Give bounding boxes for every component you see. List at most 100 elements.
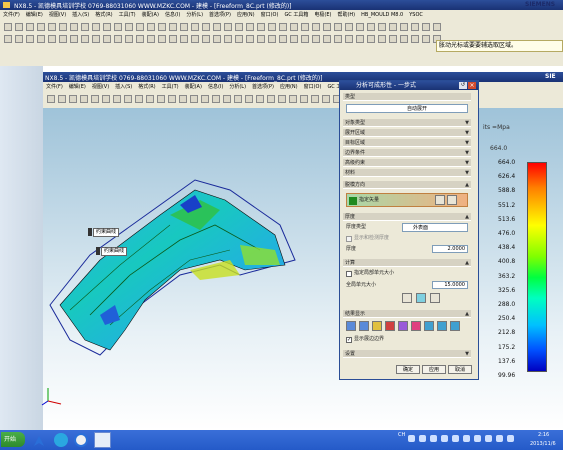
toolbar-button-icon[interactable] xyxy=(81,23,89,31)
section-calc[interactable]: 计算 ▲ xyxy=(343,259,471,267)
toolbar-button-icon[interactable] xyxy=(367,23,375,31)
toolbar-button-icon[interactable] xyxy=(279,35,287,43)
toolbar-button-icon[interactable] xyxy=(125,23,133,31)
toolbar-button-icon[interactable] xyxy=(169,23,177,31)
result-display-icon[interactable] xyxy=(450,321,460,331)
toolbar-button-icon[interactable] xyxy=(411,35,419,43)
type-select[interactable]: 自动展开 xyxy=(346,104,468,113)
result-display-icon[interactable] xyxy=(346,321,356,331)
outer-menu-item[interactable]: 编辑(E) xyxy=(23,10,46,20)
toolbar-button-icon[interactable] xyxy=(103,23,111,31)
inner-menu-item[interactable]: 插入(S) xyxy=(112,82,135,92)
toolbar-button-icon[interactable] xyxy=(268,23,276,31)
toolbar-button-icon[interactable] xyxy=(301,23,309,31)
result-display-icon[interactable] xyxy=(359,321,369,331)
toolbar-button-icon[interactable] xyxy=(246,35,254,43)
result-display-icon[interactable] xyxy=(411,321,421,331)
toolbar-button-icon[interactable] xyxy=(158,35,166,43)
toolbar-button-icon[interactable] xyxy=(224,35,232,43)
toolbar-button-icon[interactable] xyxy=(180,35,188,43)
toolbar-button-icon[interactable] xyxy=(190,95,198,103)
result-display-icon[interactable] xyxy=(424,321,434,331)
outer-menu-item[interactable]: 信息(I) xyxy=(162,10,183,20)
toolbar-button-icon[interactable] xyxy=(58,95,66,103)
outer-menu-item[interactable]: 应用(N) xyxy=(234,10,258,20)
vector-reverse-icon[interactable] xyxy=(447,195,457,205)
toolbar-button-icon[interactable] xyxy=(257,35,265,43)
toolbar-button-icon[interactable] xyxy=(70,23,78,31)
inner-menu-item[interactable]: 装配(A) xyxy=(182,82,205,92)
toolbar-button-icon[interactable] xyxy=(4,23,12,31)
dialog-reset-button[interactable]: ↺ xyxy=(459,82,467,89)
vector-row[interactable]: 指定矢量 xyxy=(346,193,468,207)
toolbar-button-icon[interactable] xyxy=(146,95,154,103)
toolbar-button-icon[interactable] xyxy=(180,23,188,31)
toolbar-button-icon[interactable] xyxy=(179,95,187,103)
toolbar-button-icon[interactable] xyxy=(91,95,99,103)
toolbar-button-icon[interactable] xyxy=(157,95,165,103)
tray-icon[interactable] xyxy=(441,435,448,442)
toolbar-button-icon[interactable] xyxy=(169,35,177,43)
local-size-checkbox[interactable] xyxy=(346,271,352,277)
toolbar-button-icon[interactable] xyxy=(334,35,342,43)
toolbar-button-icon[interactable] xyxy=(312,35,320,43)
result-display-icon[interactable] xyxy=(385,321,395,331)
toolbar-button-icon[interactable] xyxy=(15,35,23,43)
section-collapsed[interactable]: 材料 ▼ xyxy=(343,169,471,177)
inner-menu-item[interactable]: 分析(L) xyxy=(226,82,249,92)
ok-button[interactable]: 确定 xyxy=(396,365,420,374)
toolbar-button-icon[interactable] xyxy=(300,95,308,103)
toolbar-button-icon[interactable] xyxy=(191,23,199,31)
toolbar-button-icon[interactable] xyxy=(289,95,297,103)
toolbar-button-icon[interactable] xyxy=(136,23,144,31)
outer-menu-item[interactable]: 格式(R) xyxy=(92,10,115,20)
toolbar-button-icon[interactable] xyxy=(278,95,286,103)
apply-button[interactable]: 应用 xyxy=(422,365,446,374)
toolbar-button-icon[interactable] xyxy=(290,23,298,31)
thickness-type-select[interactable]: 外表面 xyxy=(402,223,468,232)
toolbar-button-icon[interactable] xyxy=(257,23,265,31)
toolbar-button-icon[interactable] xyxy=(322,95,330,103)
toolbar-button-icon[interactable] xyxy=(345,23,353,31)
toolbar-button-icon[interactable] xyxy=(367,35,375,43)
toolbar-button-icon[interactable] xyxy=(125,35,133,43)
outer-menu-item[interactable]: 工具(T) xyxy=(116,10,139,20)
inner-menu-item[interactable]: 视图(V) xyxy=(89,82,112,92)
outer-menu-item[interactable]: 视图(V) xyxy=(46,10,69,20)
tray-icon[interactable] xyxy=(452,435,459,442)
toolbar-button-icon[interactable] xyxy=(279,23,287,31)
outer-menu-item[interactable]: 帮助(H) xyxy=(334,10,358,20)
part-model[interactable] xyxy=(30,165,330,375)
toolbar-button-icon[interactable] xyxy=(235,35,243,43)
section-settings[interactable]: 设置 ▼ xyxy=(343,350,471,358)
outer-menu-item[interactable]: GC 工具箱 xyxy=(281,10,311,20)
toolbar-button-icon[interactable] xyxy=(48,35,56,43)
toolbar-button-icon[interactable] xyxy=(48,23,56,31)
thickness-input[interactable]: 2.0000 xyxy=(432,245,468,253)
toolbar-button-icon[interactable] xyxy=(124,95,132,103)
inner-menu-item[interactable]: 窗口(O) xyxy=(301,82,325,92)
toolbar-button-icon[interactable] xyxy=(212,95,220,103)
tray-icon[interactable] xyxy=(485,435,492,442)
global-size-input[interactable]: 15.0000 xyxy=(432,281,468,289)
check-thickness-checkbox[interactable] xyxy=(346,236,352,242)
tray-icon[interactable] xyxy=(408,435,415,442)
inner-menu-item[interactable]: 信息(I) xyxy=(205,82,226,92)
toolbar-button-icon[interactable] xyxy=(47,95,55,103)
toolbar-button-icon[interactable] xyxy=(114,35,122,43)
outer-menu-item[interactable]: 文件(F) xyxy=(0,10,23,20)
toolbar-button-icon[interactable] xyxy=(202,23,210,31)
toolbar-button-icon[interactable] xyxy=(147,23,155,31)
cancel-button[interactable]: 取消 xyxy=(448,365,472,374)
toolbar-button-icon[interactable] xyxy=(92,23,100,31)
inner-menu-item[interactable]: 应用(N) xyxy=(277,82,301,92)
toolbar-button-icon[interactable] xyxy=(147,35,155,43)
taskbar-app-icon-2[interactable] xyxy=(54,433,68,447)
toolbar-button-icon[interactable] xyxy=(290,35,298,43)
toolbar-button-icon[interactable] xyxy=(59,23,67,31)
section-collapsed[interactable]: 目标区域 ▼ xyxy=(343,139,471,147)
toolbar-button-icon[interactable] xyxy=(103,35,111,43)
toolbar-button-icon[interactable] xyxy=(15,23,23,31)
inner-menu-item[interactable]: 工具(T) xyxy=(159,82,182,92)
result-display-icon[interactable] xyxy=(398,321,408,331)
